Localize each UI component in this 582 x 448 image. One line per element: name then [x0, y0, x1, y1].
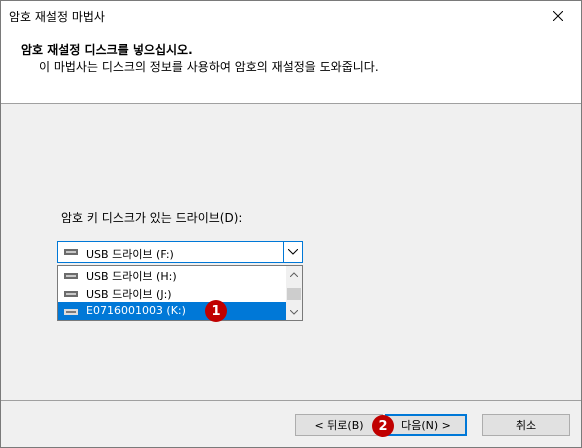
drive-list[interactable]: USB 드라이브 (H:) USB 드라이브 (J:) E0716001003 …	[57, 265, 303, 321]
chevron-down-icon	[290, 309, 298, 315]
drive-icon	[64, 273, 78, 279]
next-button[interactable]: 다음(N) >	[385, 414, 467, 436]
scroll-down-button[interactable]	[286, 304, 302, 320]
close-button[interactable]	[535, 1, 581, 31]
combo-selected-value: USB 드라이브 (F:)	[86, 248, 174, 261]
step-badge-1: 1	[205, 300, 227, 322]
list-item-label: USB 드라이브 (H:)	[86, 270, 177, 283]
drive-icon	[64, 309, 78, 315]
step-badge-2: 2	[372, 415, 394, 437]
drive-combobox[interactable]: USB 드라이브 (F:)	[57, 241, 303, 263]
drive-icon	[64, 291, 78, 297]
drive-label: 암호 키 디스크가 있는 드라이브(D):	[61, 211, 243, 225]
page-subtitle: 이 마법사는 디스크의 정보를 사용하여 암호의 재설정을 도와줍니다.	[39, 60, 379, 74]
back-button[interactable]: < 뒤로(B)	[295, 414, 383, 436]
scroll-thumb[interactable]	[287, 288, 301, 300]
list-item-drive-h[interactable]: USB 드라이브 (H:)	[58, 266, 286, 284]
scroll-up-button[interactable]	[286, 266, 302, 282]
chevron-down-icon	[288, 249, 298, 255]
wizard-header: 암호 재설정 디스크를 넣으십시오. 이 마법사는 디스크의 정보를 사용하여 …	[1, 31, 581, 104]
chevron-up-icon	[290, 271, 298, 277]
list-item-label: E0716001003 (K:)	[86, 304, 186, 317]
list-item-drive-j[interactable]: USB 드라이브 (J:)	[58, 284, 286, 302]
drive-icon	[64, 249, 78, 255]
wizard-window: 암호 재설정 마법사 암호 재설정 디스크를 넣으십시오. 이 마법사는 디스크…	[0, 0, 582, 448]
list-scrollbar[interactable]	[286, 266, 302, 320]
page-title: 암호 재설정 디스크를 넣으십시오.	[21, 43, 193, 57]
cancel-button[interactable]: 취소	[482, 414, 570, 436]
list-item-drive-k[interactable]: E0716001003 (K:)	[58, 302, 286, 320]
list-item-label: USB 드라이브 (J:)	[86, 288, 172, 301]
combo-dropdown-button[interactable]	[283, 242, 302, 262]
footer-divider	[1, 400, 581, 401]
window-title: 암호 재설정 마법사	[9, 10, 105, 24]
title-bar: 암호 재설정 마법사	[1, 1, 581, 31]
close-icon	[553, 11, 563, 21]
